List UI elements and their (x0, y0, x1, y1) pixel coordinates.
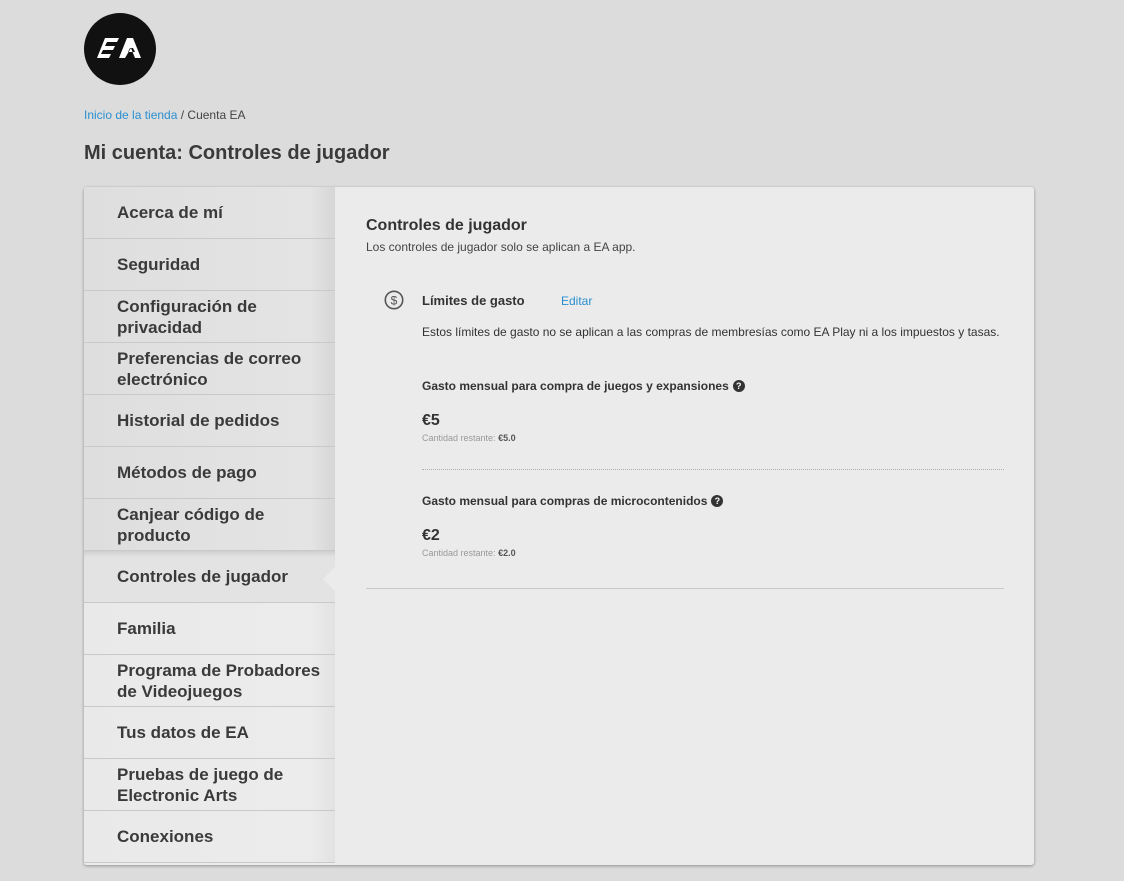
dollar-circle-icon: $ (384, 290, 404, 310)
breadcrumb: Inicio de la tienda / Cuenta EA (84, 108, 245, 122)
help-icon[interactable]: ? (732, 380, 745, 392)
sidebar-item-redeem-code[interactable]: Canjear código de producto (84, 499, 335, 551)
remaining-label: Cantidad restante: (422, 433, 496, 443)
sidebar-item-payment-methods[interactable]: Métodos de pago (84, 447, 335, 499)
edit-spending-limits-link[interactable]: Editar (561, 294, 592, 308)
games-limit-remaining: Cantidad restante: €5.0 (422, 433, 516, 443)
spending-limits-title: Límites de gasto (422, 293, 525, 308)
page-title: Mi cuenta: Controles de jugador (84, 142, 390, 164)
sidebar-item-family[interactable]: Familia (84, 603, 335, 655)
section-title: Controles de jugador (366, 217, 527, 234)
breadcrumb-separator: / (177, 108, 188, 122)
sidebar-item-game-tester-program[interactable]: Programa de Probadores de Videojuegos (84, 655, 335, 707)
sidebar-item-player-controls[interactable]: Controles de jugador (84, 551, 335, 603)
games-limit-label: Gasto mensual para compra de juegos y ex… (422, 379, 745, 393)
sidebar-item-your-ea-data[interactable]: Tus datos de EA (84, 707, 335, 759)
games-limit-value: €5 (422, 412, 440, 429)
remaining-value: €2.0 (498, 548, 516, 558)
remaining-value: €5.0 (498, 433, 516, 443)
svg-text:$: $ (391, 294, 398, 308)
sidebar-item-email-preferences[interactable]: Preferencias de correo electrónico (84, 343, 335, 395)
section-divider (366, 588, 1004, 589)
sidebar-nav: Acerca de mí Seguridad Configuración de … (84, 187, 335, 865)
sidebar-item-connections[interactable]: Conexiones (84, 811, 335, 863)
microcontent-limit-remaining: Cantidad restante: €2.0 (422, 548, 516, 558)
remaining-label: Cantidad restante: (422, 548, 496, 558)
spending-limits-description: Estos límites de gasto no se aplican a l… (422, 325, 1000, 339)
active-item-pointer (323, 566, 336, 592)
microcontent-limit-label: Gasto mensual para compras de microconte… (422, 494, 724, 508)
games-limit-label-text: Gasto mensual para compra de juegos y ex… (422, 379, 729, 393)
sidebar-item-security[interactable]: Seguridad (84, 239, 335, 291)
section-subtitle: Los controles de jugador solo se aplican… (366, 240, 636, 254)
sidebar-item-order-history[interactable]: Historial de pedidos (84, 395, 335, 447)
account-panel: Acerca de mí Seguridad Configuración de … (84, 187, 1034, 865)
breadcrumb-home-link[interactable]: Inicio de la tienda (84, 108, 177, 122)
limit-divider (422, 469, 1004, 470)
sidebar-item-privacy-settings[interactable]: Configuración de privacidad (84, 291, 335, 343)
microcontent-limit-value: €2 (422, 527, 440, 544)
help-icon[interactable]: ? (711, 495, 724, 507)
sidebar-item-about-me[interactable]: Acerca de mí (84, 187, 335, 239)
sidebar-item-playtests[interactable]: Pruebas de juego de Electronic Arts (84, 759, 335, 811)
breadcrumb-current: Cuenta EA (187, 108, 246, 122)
microcontent-limit-label-text: Gasto mensual para compras de microconte… (422, 494, 708, 508)
ea-logo[interactable] (84, 13, 156, 85)
ea-logo-icon (97, 38, 141, 58)
